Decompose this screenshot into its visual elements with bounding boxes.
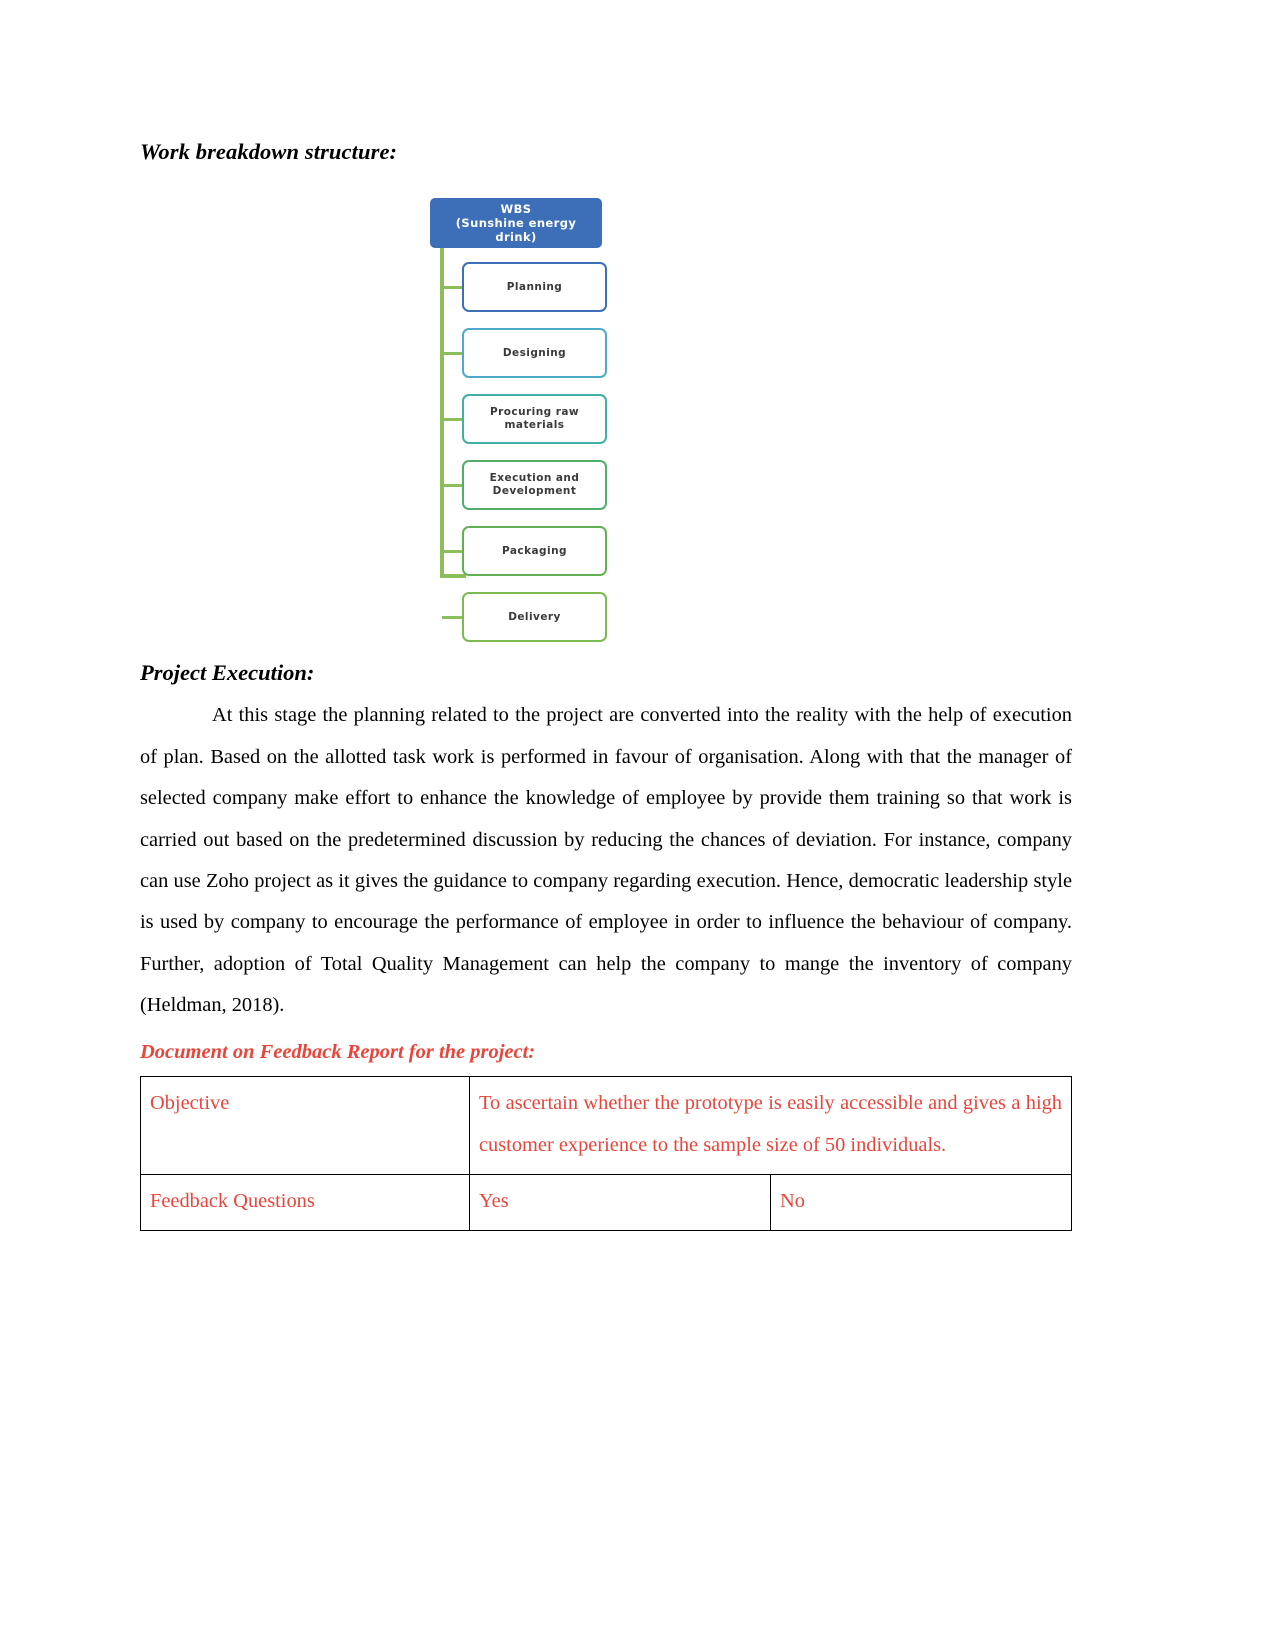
wbs-diagram-figure: WBS (Sunshine energy drink) Planning Des…	[140, 198, 1072, 658]
wbs-node-planning: Planning	[462, 262, 607, 313]
table-row: Objective To ascertain whether the proto…	[140, 1076, 1072, 1175]
wbs-node-delivery: Delivery	[462, 592, 607, 643]
table-cell-objective-label: Objective	[140, 1076, 470, 1175]
wbs-spine-foot	[440, 574, 466, 579]
wbs-spine-line	[440, 248, 444, 579]
wbs-connector-5	[442, 550, 464, 554]
wbs-node-designing: Designing	[462, 328, 607, 379]
wbs-node-label: Delivery	[508, 610, 561, 623]
wbs-diagram: WBS (Sunshine energy drink) Planning Des…	[285, 198, 615, 658]
wbs-root-node: WBS (Sunshine energy drink)	[430, 198, 602, 249]
table-cell-no: No	[770, 1173, 1072, 1232]
wbs-connector-1	[442, 286, 464, 290]
wbs-connector-3	[442, 418, 464, 422]
table-cell-yes: Yes	[469, 1173, 771, 1232]
wbs-connector-4	[442, 484, 464, 488]
wbs-root-subtitle: (Sunshine energy drink)	[455, 216, 577, 245]
wbs-node-label: Execution and Development	[489, 472, 580, 498]
page-title: Work breakdown structure:	[140, 139, 398, 164]
project-execution-paragraph: At this stage the planning related to th…	[140, 704, 1072, 1017]
wbs-node-procuring-raw-materials: Procuring raw materials	[462, 394, 607, 445]
wbs-node-label: Planning	[506, 280, 563, 293]
feedback-report-heading: Document on Feedback Report for the proj…	[140, 1040, 536, 1063]
wbs-node-label: Packaging	[502, 544, 567, 557]
wbs-node-packaging: Packaging	[462, 526, 607, 577]
wbs-connector-6	[442, 616, 464, 620]
wbs-node-label: Designing	[502, 346, 567, 359]
table-cell-objective-value: To ascertain whether the prototype is ea…	[469, 1076, 1072, 1175]
wbs-node-label: Procuring raw materials	[489, 406, 580, 432]
project-execution-heading: Project Execution:	[140, 660, 315, 686]
table-row: Feedback Questions Yes No	[140, 1173, 1072, 1232]
wbs-root-title: WBS	[500, 202, 532, 217]
wbs-connector-2	[442, 352, 464, 356]
wbs-node-execution-and-development: Execution and Development	[462, 460, 607, 511]
table-cell-feedback-questions-label: Feedback Questions	[140, 1173, 470, 1232]
feedback-report-table: Objective To ascertain whether the proto…	[140, 1076, 1072, 1232]
page-content: Work breakdown structure: WBS (Sunshine …	[140, 138, 1072, 1232]
document-page: Work breakdown structure: WBS (Sunshine …	[0, 0, 1275, 1650]
